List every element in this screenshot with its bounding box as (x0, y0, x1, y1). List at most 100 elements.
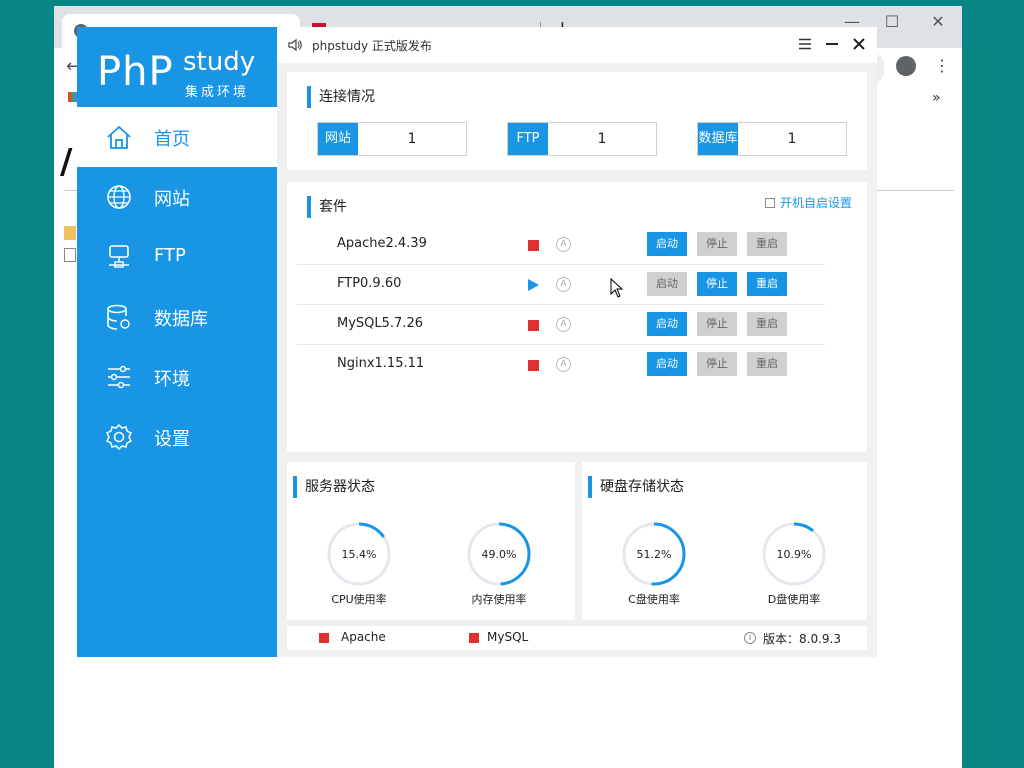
d-drive-gauge-label: D盘使用率 (767, 593, 821, 606)
account-icon[interactable] (896, 56, 916, 76)
version-label: 版本：8.0.9.3 (763, 632, 841, 646)
logo-php: PhP (97, 49, 174, 95)
logo-study: study (183, 47, 256, 77)
sidebar: PhP study 集成环境 首页 网站 FTP 数据库 环境 设置 (77, 27, 277, 657)
logo-subtitle: 集成环境 (185, 85, 250, 100)
suite-name: MySQL5.7.26 (337, 316, 423, 331)
start-button[interactable]: 启动 (647, 352, 687, 376)
status-footer: Apache MySQL i 版本：8.0.9.3 (287, 626, 867, 650)
speaker-icon[interactable] (287, 37, 303, 53)
restart-button[interactable]: 重启 (747, 232, 787, 256)
stop-button[interactable]: 停止 (697, 272, 737, 296)
start-button[interactable]: 启动 (647, 232, 687, 256)
close-icon[interactable] (851, 36, 867, 52)
database-count-value: 1 (787, 131, 797, 147)
apache-status-dot (319, 633, 329, 643)
sidebar-item-settings[interactable]: 设置 (77, 407, 277, 467)
restart-button[interactable]: 重启 (747, 272, 787, 296)
cpu-gauge: 15.4% (327, 522, 391, 586)
browser-maximize-button[interactable]: ☐ (882, 12, 902, 31)
file-icon (64, 248, 76, 262)
database-count-box: 数据库 1 (697, 122, 847, 156)
cpu-gauge-label: CPU使用率 (331, 593, 387, 606)
memory-gauge-value: 49.0% (482, 548, 517, 561)
c-drive-gauge-label: C盘使用率 (628, 593, 680, 606)
info-icon[interactable]: i (744, 632, 756, 644)
autostart-icon[interactable]: A (556, 277, 571, 292)
autostart-label: 开机自启设置 (780, 196, 853, 210)
restart-button[interactable]: 重启 (747, 352, 787, 376)
d-drive-gauge: 10.9% (762, 522, 826, 586)
ftp-count-value: 1 (597, 131, 607, 147)
restart-button[interactable]: 重启 (747, 312, 787, 336)
website-count-box: 网站 1 (317, 122, 467, 156)
website-count-value: 1 (407, 131, 417, 147)
browser-menu-icon[interactable]: ⋮ (934, 56, 950, 75)
cpu-gauge-value: 15.4% (342, 548, 377, 561)
stop-button[interactable]: 停止 (697, 352, 737, 376)
server-status-title: 服务器状态 (293, 476, 375, 498)
start-button[interactable]: 启动 (647, 272, 687, 296)
ftp-server-icon (109, 245, 129, 268)
suite-name: FTP0.9.60 (337, 276, 402, 291)
autostart-checkbox[interactable] (765, 198, 775, 208)
ftp-count-box: FTP 1 (507, 122, 657, 156)
app-titlebar: phpstudy 正式版发布 (277, 27, 877, 63)
stopped-status-icon (528, 320, 539, 331)
sidebar-item-label: 网站 (154, 189, 190, 210)
sidebar-item-database[interactable]: 数据库 (77, 287, 277, 347)
minimize-icon[interactable] (824, 36, 840, 52)
home-icon (107, 125, 131, 149)
sidebar-item-ftp[interactable]: FTP (77, 227, 277, 287)
running-status-icon (528, 279, 539, 291)
c-drive-gauge-value: 51.2% (637, 548, 672, 561)
suite-name: Apache2.4.39 (337, 236, 427, 251)
folder-icon (64, 226, 76, 240)
app-title: phpstudy 正式版发布 (312, 39, 432, 53)
bookmarks-more-button[interactable]: » (932, 90, 941, 106)
gear-icon (105, 423, 133, 451)
sidebar-item-label: 设置 (154, 429, 190, 450)
disk-status-title: 硬盘存储状态 (588, 476, 684, 498)
database-icon (107, 304, 130, 330)
stop-button[interactable]: 停止 (697, 232, 737, 256)
autostart-settings-link[interactable]: 开机自启设置 (765, 194, 852, 211)
browser-close-button[interactable]: ✕ (928, 12, 948, 31)
memory-gauge: 49.0% (467, 522, 531, 586)
phpstudy-window: PhP study 集成环境 首页 网站 FTP 数据库 环境 设置 phpst… (77, 27, 877, 657)
menu-icon[interactable] (797, 36, 813, 52)
apache-legend-label: Apache (341, 630, 386, 644)
globe-icon (107, 185, 131, 209)
stop-button[interactable]: 停止 (697, 312, 737, 336)
sidebar-item-label: FTP (154, 245, 186, 266)
d-drive-gauge-value: 10.9% (777, 548, 812, 561)
memory-gauge-label: 内存使用率 (471, 593, 527, 606)
sidebar-item-label: 数据库 (154, 309, 208, 330)
connection-title: 连接情况 (307, 86, 375, 108)
autostart-icon[interactable]: A (556, 357, 571, 372)
mouse-cursor-icon (610, 278, 624, 298)
sidebar-item-label: 首页 (154, 129, 190, 150)
suite-row-ftp: FTP0.9.60 A 启动 停止 重启 (297, 265, 825, 305)
suite-name: Nginx1.15.11 (337, 356, 425, 371)
stopped-status-icon (528, 360, 539, 371)
suite-row-mysql: MySQL5.7.26 A 启动 停止 重启 (297, 305, 825, 345)
suite-row-apache: Apache2.4.39 A 启动 停止 重启 (297, 225, 825, 265)
sidebar-item-home[interactable]: 首页 (77, 107, 277, 167)
suite-row-nginx: Nginx1.15.11 A 启动 停止 重启 (297, 345, 825, 385)
ftp-count-tag: FTP (508, 123, 548, 155)
mysql-status-dot (469, 633, 479, 643)
sidebar-item-website[interactable]: 网站 (77, 167, 277, 227)
sidebar-item-environment[interactable]: 环境 (77, 347, 277, 407)
c-drive-gauge: 51.2% (622, 522, 686, 586)
autostart-icon[interactable]: A (556, 317, 571, 332)
autostart-icon[interactable]: A (556, 237, 571, 252)
database-count-tag: 数据库 (698, 123, 738, 155)
page-heading: / (60, 142, 73, 182)
start-button[interactable]: 启动 (647, 312, 687, 336)
website-count-tag: 网站 (318, 123, 358, 155)
stopped-status-icon (528, 240, 539, 251)
sliders-icon (108, 365, 130, 389)
mysql-legend-label: MySQL (487, 630, 529, 644)
sidebar-item-label: 环境 (154, 369, 190, 390)
